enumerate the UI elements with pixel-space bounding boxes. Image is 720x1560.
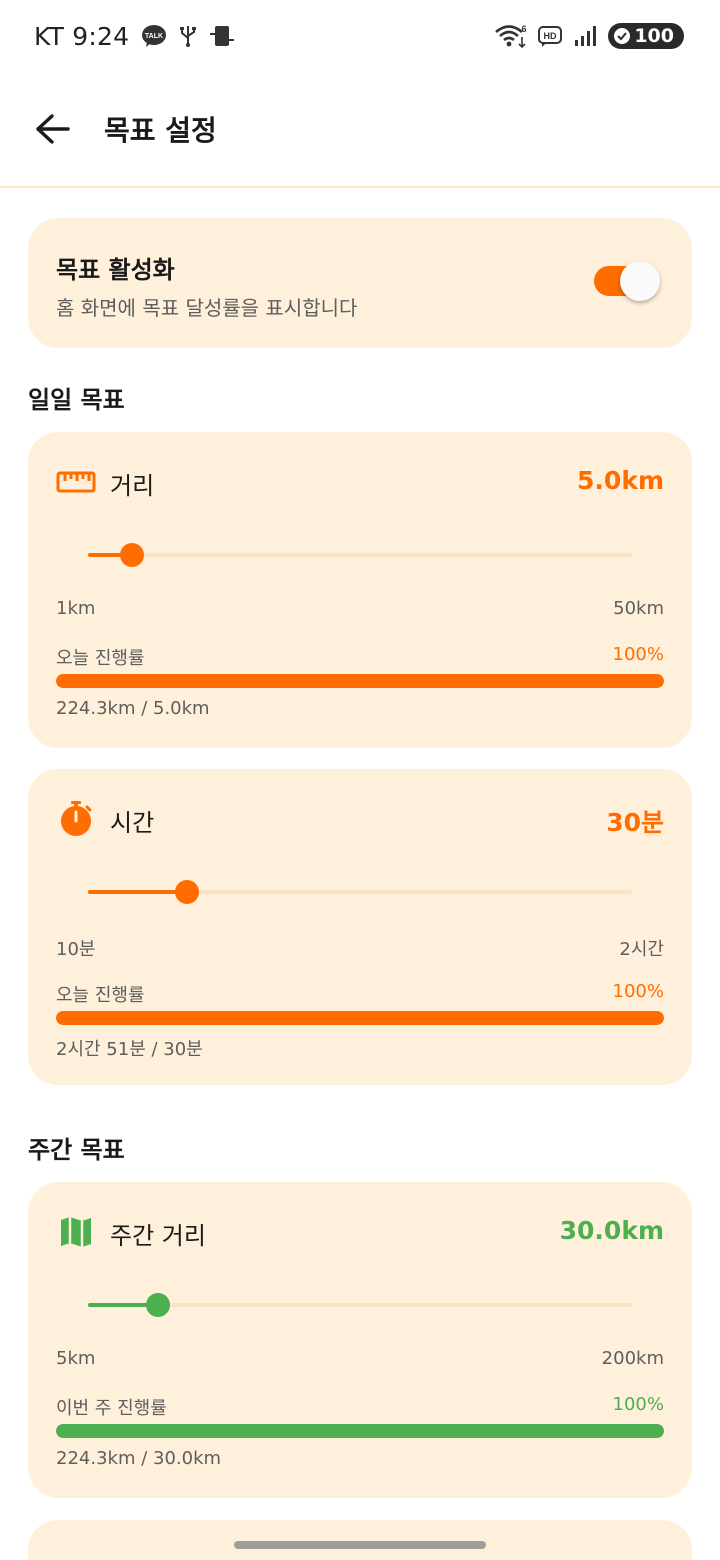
distance-slider[interactable] [88,542,632,568]
toggle-description: 홈 화면에 목표 달성률을 표시합니다 [56,296,358,320]
toggle-title: 목표 활성화 [56,256,175,284]
range-min: 5km [56,1348,96,1369]
goal-card-time: 시간 30분 10분 2시간 오늘 진행률 100% 2시간 51분 / 30분 [28,769,692,1085]
progress-bar [56,674,664,688]
progress-label: 오늘 진행률 [56,985,145,1006]
next-goal-card-peek [28,1520,692,1560]
time-slider[interactable] [88,879,632,905]
battery-level: 100 [634,25,674,47]
stopwatch-icon [56,801,96,837]
svg-text:TALK: TALK [145,33,163,40]
weekly-distance-slider[interactable] [88,1292,632,1318]
slider-active-track [88,890,187,894]
progress-percent: 100% [612,981,664,1002]
ruler-icon [56,464,96,500]
progress-label: 이번 주 진행률 [56,1398,167,1419]
home-indicator[interactable] [234,1541,486,1549]
progress-bar [56,1011,664,1025]
range-min: 10분 [56,939,96,960]
arrow-left-icon [36,114,70,144]
signal-icon [574,24,598,48]
goal-label: 거리 [110,472,155,500]
progress-percent: 100% [612,1394,664,1415]
slider-thumb[interactable] [145,1293,170,1317]
progress-detail: 224.3km / 30.0km [56,1448,222,1469]
slider-thumb[interactable] [174,880,199,904]
progress-fill [56,1011,664,1025]
app-bar: 목표 설정 [0,72,720,188]
svg-text:6: 6 [522,24,527,34]
slider-track [88,553,632,557]
battery-icon: 100 [608,23,684,49]
progress-detail: 224.3km / 5.0km [56,698,210,719]
goal-label: 주간 거리 [110,1222,206,1250]
wifi-icon: 6 [494,23,528,49]
hd-voice-icon: HD [538,25,564,47]
status-bar: KT 9:24 TALK 6 HD 100 [0,0,720,72]
slider-thumb[interactable] [120,543,145,567]
goal-card-weekly-distance: 주간 거리 30.0km 5km 200km 이번 주 진행률 100% 224… [28,1182,692,1498]
status-time: KT 9:24 [34,21,130,51]
toggle-knob [620,261,660,301]
status-left: KT 9:24 TALK [34,22,235,51]
back-button[interactable] [22,99,82,159]
daily-goals-title: 일일 목표 [28,386,125,414]
progress-fill [56,674,664,688]
goal-enable-toggle[interactable] [594,261,660,301]
goal-toggle-card: 목표 활성화 홈 화면에 목표 달성률을 표시합니다 [28,218,692,348]
usb-icon [179,24,197,48]
map-icon [56,1214,96,1250]
progress-percent: 100% [612,644,664,665]
page-title: 목표 설정 [104,114,217,147]
goal-value: 5.0km [577,466,664,495]
battery-shield-icon [614,28,631,44]
range-max: 2시간 [619,939,664,960]
screen-cast-icon [209,24,235,48]
weekly-goals-title: 주간 목표 [28,1136,125,1164]
goal-label: 시간 [110,809,155,837]
progress-fill [56,1424,664,1438]
goal-value: 30.0km [559,1216,664,1245]
progress-detail: 2시간 51분 / 30분 [56,1039,203,1060]
status-right: 6 HD 100 [494,23,684,49]
progress-label: 오늘 진행률 [56,648,145,669]
goal-value: 30분 [606,808,664,837]
goal-card-distance: 거리 5.0km 1km 50km 오늘 진행률 100% 224.3km / … [28,432,692,748]
progress-bar [56,1424,664,1438]
range-max: 50km [613,598,664,619]
kakaotalk-icon: TALK [141,24,167,48]
svg-text:HD: HD [544,31,557,41]
range-max: 200km [601,1348,664,1369]
range-min: 1km [56,598,96,619]
